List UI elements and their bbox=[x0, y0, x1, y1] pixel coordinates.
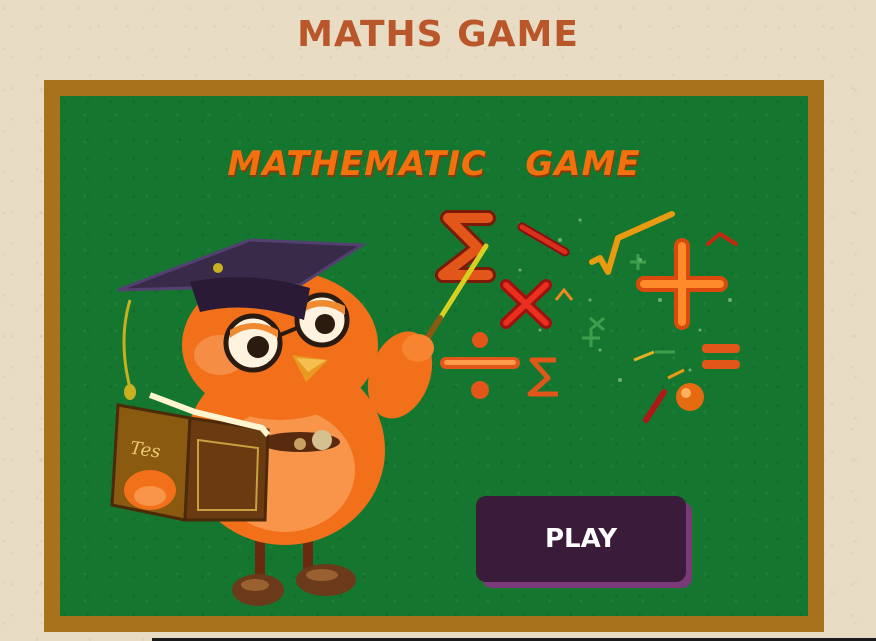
plus-icon bbox=[636, 238, 728, 330]
play-button[interactable]: PLAY bbox=[476, 496, 686, 582]
owl-teacher-illustration: Tes bbox=[110, 238, 489, 606]
times-icon bbox=[500, 279, 552, 329]
equals-icon bbox=[702, 344, 740, 369]
game-illustration: Tes bbox=[110, 210, 740, 606]
book-cover-text: Tes bbox=[129, 438, 162, 463]
sigma-icon bbox=[435, 210, 496, 283]
divide-icon bbox=[440, 332, 520, 399]
